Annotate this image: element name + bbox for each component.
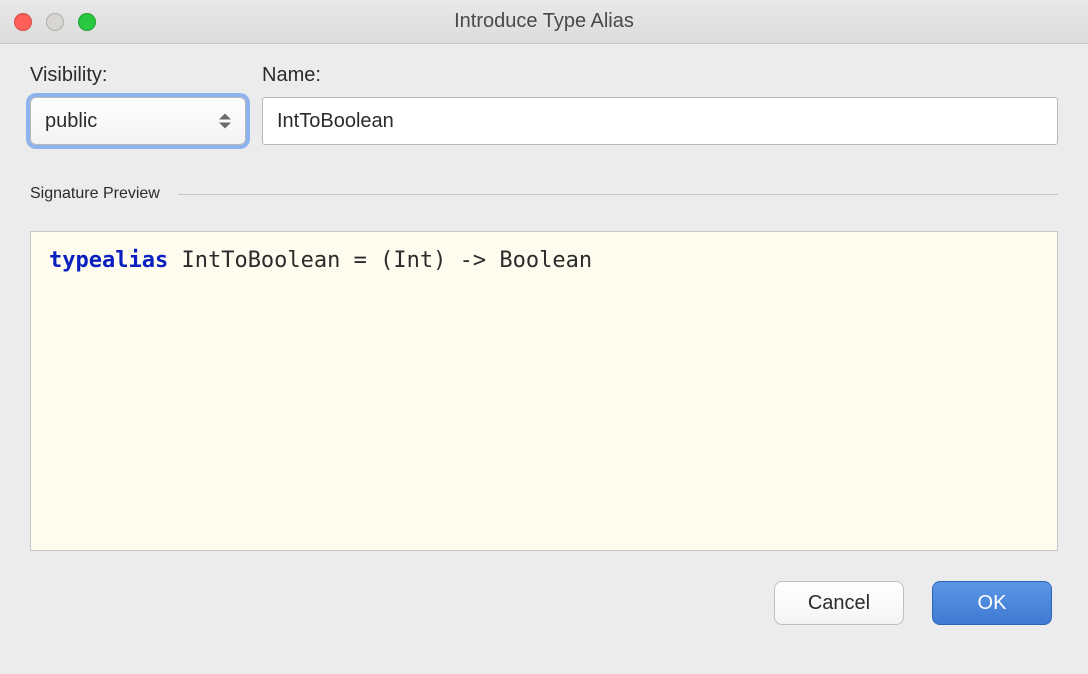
close-icon[interactable]	[14, 13, 32, 31]
cancel-button-label: Cancel	[808, 592, 870, 615]
signature-preview-header: Signature Preview	[30, 185, 1058, 203]
visibility-field: Visibility: public	[30, 64, 246, 145]
name-input-value: IntToBoolean	[277, 110, 394, 132]
ok-button-label: OK	[978, 592, 1007, 615]
ok-button[interactable]: OK	[932, 581, 1052, 625]
cancel-button[interactable]: Cancel	[774, 581, 904, 625]
divider	[178, 194, 1058, 195]
titlebar: Introduce Type Alias	[0, 0, 1088, 44]
zoom-icon[interactable]	[78, 13, 96, 31]
window-title: Introduce Type Alias	[454, 10, 634, 33]
chevron-updown-icon	[219, 114, 231, 129]
signature-preview-pane: typealias IntToBoolean = (Int) -> Boolea…	[30, 231, 1058, 551]
name-label: Name:	[262, 64, 1058, 87]
visibility-value: public	[45, 110, 97, 133]
dialog-body: Visibility: public Name: IntToBoolean Si…	[0, 44, 1088, 625]
name-input[interactable]: IntToBoolean	[262, 97, 1058, 145]
minimize-icon	[46, 13, 64, 31]
button-bar: Cancel OK	[30, 581, 1058, 625]
keyword-typealias: typealias	[49, 248, 168, 273]
visibility-label: Visibility:	[30, 64, 246, 87]
form-row: Visibility: public Name: IntToBoolean	[30, 64, 1058, 145]
name-field: Name: IntToBoolean	[262, 64, 1058, 145]
signature-preview-label: Signature Preview	[30, 185, 160, 203]
visibility-combobox[interactable]: public	[30, 97, 246, 145]
window-controls	[14, 0, 96, 43]
preview-rest: IntToBoolean = (Int) -> Boolean	[168, 248, 592, 273]
